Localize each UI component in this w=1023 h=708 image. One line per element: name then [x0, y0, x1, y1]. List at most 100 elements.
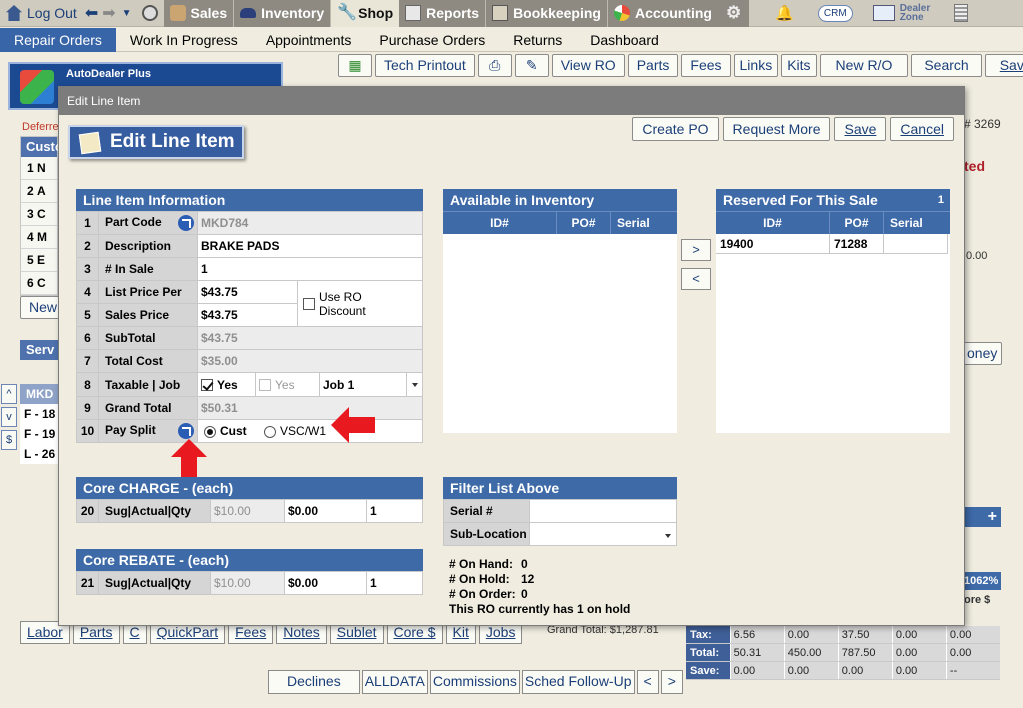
core-rebate-qty-field[interactable]: 1 [366, 571, 423, 595]
search-button[interactable]: Search [911, 54, 982, 77]
logout-link[interactable]: Log Out [0, 0, 83, 27]
service-line-list: F - 18 F - 19 L - 26 [20, 404, 58, 464]
cancel-button[interactable]: Cancel [890, 117, 954, 141]
dialog-actions: Create PO Request More Save Cancel [632, 117, 954, 141]
filter-panel: Filter List Above Serial # Sub-Location [443, 477, 677, 546]
pie-chart-icon [613, 5, 630, 21]
right-panel-header: + [964, 507, 1001, 527]
nav-sales[interactable]: Sales [163, 0, 234, 27]
customer-panel: Custo 1 N 2 A 3 C 4 M 5 E 6 C [20, 136, 63, 296]
book-icon [492, 5, 509, 21]
menu-work-in-progress[interactable]: Work In Progress [116, 28, 252, 52]
ro-number: # 3269 [964, 117, 1001, 131]
kits-button[interactable]: Kits [781, 54, 817, 77]
menu-dashboard[interactable]: Dashboard [576, 28, 673, 52]
service-line[interactable]: F - 18 [20, 404, 58, 424]
tech-printout-button[interactable]: Tech Printout [375, 54, 475, 77]
reorder-buttons: ^ v $ [1, 384, 17, 453]
reserved-row[interactable]: 19400 71288 [716, 234, 950, 254]
description-field[interactable]: BRAKE PADS [197, 234, 423, 258]
on-order-count: 0 [521, 587, 528, 601]
dialog-hero-title: Edit Line Item [68, 125, 244, 159]
save-button[interactable]: Save [834, 117, 887, 141]
sales-price-field[interactable]: $43.75 [197, 303, 298, 327]
pay-split-icon[interactable] [178, 423, 194, 439]
part-lookup-icon[interactable] [178, 215, 194, 231]
on-hand-count: 0 [521, 557, 528, 571]
row-taxable-job: 8 Taxable | Job Yes Yes Job 1 [76, 372, 423, 397]
reserved-panel: Reserved For This Sale 1 ID# PO# Serial … [716, 189, 950, 433]
fees-button[interactable]: Fees [681, 54, 731, 77]
export-icon[interactable]: ▦ [338, 54, 372, 77]
nav-shop[interactable]: 🔧 Shop [331, 0, 400, 27]
move-up-button[interactable]: ^ [1, 384, 17, 404]
part-code-field: MKD784 [197, 211, 423, 235]
serial-filter-input[interactable] [529, 499, 677, 523]
create-po-button[interactable]: Create PO [632, 117, 719, 141]
printer-icon[interactable]: ⎙ [477, 54, 512, 77]
new-ro-button[interactable]: New R/O [819, 54, 909, 77]
menu-repair-orders[interactable]: Repair Orders [0, 27, 116, 52]
totals-row: Tax: 6.56 0.00 37.50 0.00 0.00 [686, 626, 1000, 644]
sublocation-select[interactable] [529, 522, 677, 546]
hold-note: This RO currently has 1 on hold [449, 602, 631, 616]
declines-button[interactable]: Declines [268, 670, 360, 694]
move-to-available-button[interactable]: < [681, 268, 711, 290]
core-rebate-actual-field[interactable]: $0.00 [284, 571, 367, 595]
save-ro-button[interactable]: Save [984, 54, 1023, 77]
menu-returns[interactable]: Returns [499, 28, 576, 52]
next-button[interactable]: > [660, 670, 683, 694]
parts-button[interactable]: Parts [627, 54, 679, 77]
nav-bookkeeping[interactable]: Bookkeeping [486, 0, 607, 27]
view-ro-button[interactable]: View RO [551, 54, 625, 77]
nav-inventory[interactable]: Inventory [234, 0, 331, 27]
crm-button[interactable]: CRM [808, 0, 863, 27]
list-price-field[interactable]: $43.75 [197, 280, 298, 304]
menu-appointments[interactable]: Appointments [252, 28, 366, 52]
request-more-button[interactable]: Request More [722, 117, 831, 141]
annotation-arrow-left [331, 407, 375, 443]
quantity-field[interactable]: 1 [197, 257, 423, 281]
taxable-secondary-checkbox: Yes [256, 373, 320, 396]
back-icon[interactable]: ⬅ [83, 0, 100, 27]
forward-icon[interactable]: ➡ [100, 0, 117, 27]
sched-follow-up-button[interactable]: Sched Follow-Up [521, 670, 635, 694]
use-ro-discount[interactable]: Use RO Discount [297, 280, 423, 327]
job-select[interactable]: Job 1 [320, 373, 422, 396]
dealer-zone-button[interactable]: Dealer Zone [863, 0, 941, 27]
core-charge-qty-field[interactable]: 1 [366, 499, 423, 523]
notification-bell-icon[interactable]: 🔔 [749, 0, 808, 27]
logo-mark [20, 70, 54, 104]
right-zero: 0.00 [966, 250, 988, 262]
service-line[interactable]: L - 26 [20, 444, 58, 464]
move-down-button[interactable]: v [1, 407, 17, 427]
service-line[interactable]: F - 19 [20, 424, 58, 444]
wrench-icon: 🔧 [337, 4, 358, 21]
move-to-reserved-button[interactable]: > [681, 239, 711, 261]
prev-button[interactable]: < [636, 670, 659, 694]
taxable-yes-checkbox[interactable]: Yes [198, 373, 256, 396]
dollar-button[interactable]: $ [1, 430, 17, 450]
settings-gear-icon[interactable]: ⚙ [717, 0, 750, 27]
menu-purchase-orders[interactable]: Purchase Orders [365, 28, 499, 52]
calculator-icon[interactable] [940, 0, 983, 27]
service-header: Serv [20, 340, 58, 360]
history-dropdown-icon[interactable]: ▼ [118, 0, 136, 27]
signature-icon[interactable]: ✎ [514, 54, 549, 77]
pct-header: 1062% [964, 572, 1001, 590]
alldata-button[interactable]: ALLDATA [361, 670, 428, 694]
user-icon[interactable] [136, 0, 164, 27]
links-button[interactable]: Links [733, 54, 779, 77]
salesperson-icon [169, 5, 186, 21]
nav-reports[interactable]: Reports [399, 0, 486, 27]
core-charge-actual-field[interactable]: $0.00 [284, 499, 367, 523]
money-button[interactable]: oney [962, 342, 1003, 365]
edit-pen-icon [78, 131, 102, 155]
commissions-button[interactable]: Commissions [429, 670, 520, 694]
pay-cust-radio[interactable]: Cust [204, 424, 247, 438]
reserved-count: 1 [937, 194, 944, 206]
row-subtotal: 6 SubTotal $43.75 [76, 326, 423, 350]
use-ro-discount-checkbox[interactable] [303, 297, 315, 310]
nav-accounting[interactable]: Accounting [607, 0, 718, 27]
pay-vsc-radio[interactable]: VSC/W1 [264, 424, 326, 438]
